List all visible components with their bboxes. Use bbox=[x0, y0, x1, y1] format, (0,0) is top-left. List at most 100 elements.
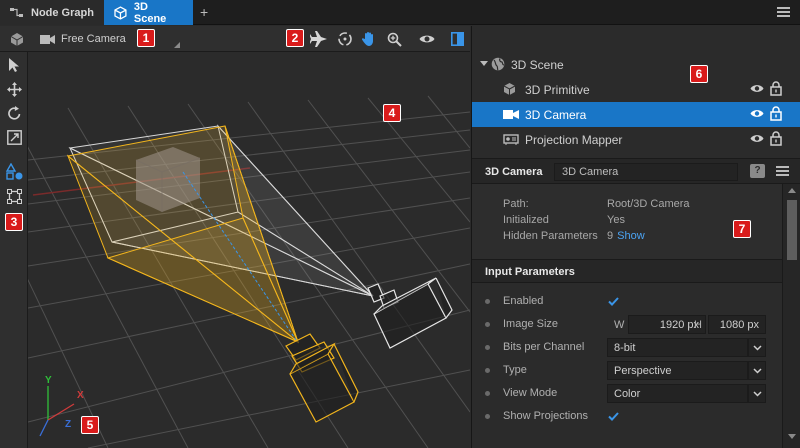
camera-icon bbox=[503, 110, 519, 119]
rotate-icon[interactable] bbox=[5, 104, 23, 122]
checkmark-icon bbox=[608, 297, 619, 306]
visibility-toggle-icon[interactable] bbox=[750, 108, 764, 119]
tree-item-label: 3D Primitive bbox=[525, 82, 590, 97]
bits-select[interactable]: 8-bit bbox=[607, 338, 748, 357]
annotation-badge: 2 bbox=[286, 29, 304, 47]
show-projections-checkbox[interactable] bbox=[607, 410, 620, 423]
initialized-label: Initialized bbox=[503, 214, 549, 226]
param-label: Image Size bbox=[503, 318, 559, 330]
tree-item-label: Projection Mapper bbox=[525, 132, 623, 147]
param-dot-icon bbox=[485, 322, 490, 327]
orbit-icon[interactable] bbox=[336, 30, 354, 48]
visibility-toggle-icon[interactable] bbox=[750, 83, 764, 94]
section-title: Input Parameters bbox=[485, 266, 575, 278]
view-mode-select[interactable]: Color bbox=[607, 384, 748, 403]
input-parameters-header[interactable]: Input Parameters bbox=[472, 259, 782, 283]
param-bits-per-channel: Bits per Channel 8-bit bbox=[472, 336, 782, 359]
param-label: Enabled bbox=[503, 295, 544, 307]
param-dot-icon bbox=[485, 345, 490, 350]
checkmark-icon bbox=[608, 412, 619, 421]
properties-scrollbar[interactable] bbox=[782, 184, 800, 448]
path-label: Path: bbox=[503, 198, 529, 210]
tree-item-label: 3D Camera bbox=[525, 107, 587, 122]
scroll-down-icon[interactable] bbox=[788, 434, 796, 439]
show-hidden-link[interactable]: Show bbox=[617, 230, 645, 242]
camera-select-value: Free Camera bbox=[61, 33, 126, 45]
annotation-badge: 3 bbox=[5, 213, 23, 231]
param-image-size: Image Size W 1920 px H 1080 px bbox=[472, 313, 782, 336]
fly-icon[interactable] bbox=[310, 30, 328, 48]
annotation-badge: 5 bbox=[81, 416, 99, 434]
tab-node-graph[interactable]: Node Graph bbox=[0, 0, 104, 25]
panel-toggle-icon[interactable] bbox=[448, 30, 466, 48]
hidden-params-count: 9 bbox=[607, 230, 614, 242]
node-name-field[interactable]: 3D Camera bbox=[554, 163, 738, 181]
move-icon[interactable] bbox=[5, 80, 23, 98]
axis-y-label: Y bbox=[45, 375, 52, 386]
axis-z-label: Z bbox=[65, 419, 71, 430]
lock-icon[interactable] bbox=[770, 106, 782, 121]
param-label: View Mode bbox=[503, 387, 558, 399]
param-enabled: Enabled bbox=[472, 290, 782, 313]
shapes-icon[interactable] bbox=[5, 162, 23, 180]
lock-icon[interactable] bbox=[770, 131, 782, 146]
properties-title: 3D Camera bbox=[485, 166, 543, 178]
scene-viewport[interactable]: Y X Z bbox=[28, 52, 470, 448]
properties-menu-icon[interactable] bbox=[776, 166, 789, 176]
help-button[interactable]: ? bbox=[750, 164, 765, 178]
add-tab-button[interactable]: + bbox=[200, 4, 208, 20]
chevron-down-icon[interactable] bbox=[480, 61, 488, 67]
chevron-down-icon[interactable] bbox=[748, 384, 766, 403]
pan-hand-icon[interactable] bbox=[360, 30, 378, 48]
visibility-icon[interactable] bbox=[418, 30, 436, 48]
param-label: Show Projections bbox=[503, 410, 588, 422]
select-arrow-icon[interactable] bbox=[5, 56, 23, 74]
viewport-toolbar: Free Camera bbox=[0, 26, 470, 52]
properties-header: 3D Camera 3D Camera ? bbox=[472, 158, 800, 184]
scene-render[interactable]: Y X Z bbox=[28, 52, 470, 448]
param-label: Bits per Channel bbox=[503, 341, 585, 353]
scene-tree-item-projection-mapper[interactable]: Projection Mapper bbox=[472, 127, 800, 152]
param-show-projections: Show Projections bbox=[472, 405, 782, 428]
width-label: W bbox=[614, 319, 625, 331]
tab-label: 3D Scene bbox=[133, 0, 167, 25]
zoom-icon[interactable] bbox=[385, 30, 403, 48]
enabled-checkbox[interactable] bbox=[607, 295, 620, 308]
type-select[interactable]: Perspective bbox=[607, 361, 748, 380]
scene-tree-root[interactable]: 3D Scene bbox=[472, 52, 800, 77]
chevron-down-icon[interactable] bbox=[748, 361, 766, 380]
hidden-params-label: Hidden Parameters bbox=[503, 230, 598, 242]
cube-icon bbox=[114, 5, 127, 20]
projector-icon bbox=[503, 134, 519, 145]
visibility-toggle-icon[interactable] bbox=[750, 133, 764, 144]
param-dot-icon bbox=[485, 391, 490, 396]
param-dot-icon bbox=[485, 368, 490, 373]
bounding-box-icon[interactable] bbox=[5, 187, 23, 205]
annotation-badge: 4 bbox=[383, 104, 401, 122]
scene-object-icon[interactable] bbox=[8, 30, 26, 48]
scene-tree-item-camera[interactable]: 3D Camera bbox=[472, 102, 800, 127]
scrollbar-thumb[interactable] bbox=[787, 200, 797, 260]
tool-strip bbox=[0, 52, 28, 448]
annotation-badge: 1 bbox=[137, 29, 155, 47]
param-label: Type bbox=[503, 364, 527, 376]
lock-icon[interactable] bbox=[770, 81, 782, 96]
tab-bar: Node Graph 3D Scene + bbox=[0, 0, 800, 25]
video-camera-icon bbox=[40, 34, 55, 44]
scroll-up-icon[interactable] bbox=[788, 188, 796, 193]
tab-3d-scene[interactable]: 3D Scene bbox=[104, 0, 193, 25]
node-graph-icon bbox=[10, 7, 23, 17]
scene-tree-item-primitive[interactable]: 3D Primitive bbox=[472, 77, 800, 102]
annotation-badge: 7 bbox=[733, 220, 751, 238]
camera-select[interactable]: Free Camera bbox=[40, 30, 126, 48]
scene-tree-root-label: 3D Scene bbox=[511, 57, 564, 72]
scale-icon[interactable] bbox=[5, 128, 23, 146]
main-menu-icon[interactable] bbox=[777, 7, 790, 17]
path-value: Root/3D Camera bbox=[607, 198, 690, 210]
param-view-mode: View Mode Color bbox=[472, 382, 782, 405]
chevron-down-icon[interactable] bbox=[748, 338, 766, 357]
globe-icon bbox=[491, 57, 505, 71]
height-field[interactable]: 1080 px bbox=[708, 315, 766, 334]
param-dot-icon bbox=[485, 299, 490, 304]
param-dot-icon bbox=[485, 414, 490, 419]
